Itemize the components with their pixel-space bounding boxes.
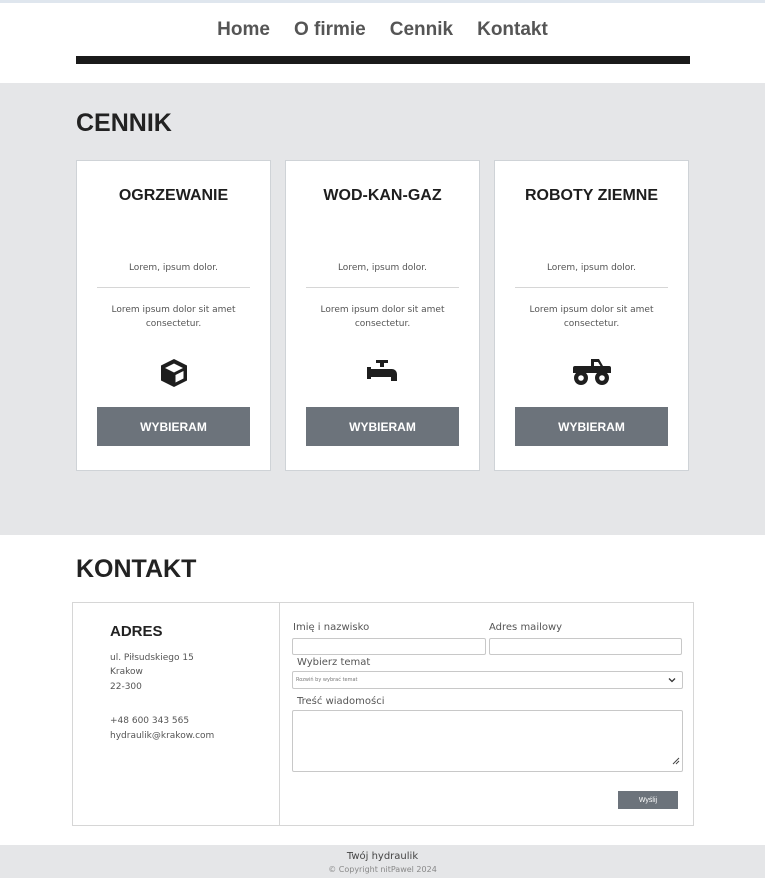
pricing-card-ogrzewanie: OGRZEWANIE Lorem, ipsum dolor. Lorem ips…: [76, 160, 271, 471]
nav-links: Home O firmie Cennik Kontakt: [0, 19, 765, 41]
contact-section: KONTAKT ADRES ul. Piłsudskiego 15 Krakow…: [0, 535, 765, 845]
card-subtitle: Lorem, ipsum dolor.: [128, 263, 219, 273]
card-title: WOD-KAN-GAZ: [323, 187, 442, 204]
address-email: hydraulik@krakow.com: [110, 731, 215, 741]
chevron-down-icon: [668, 675, 676, 691]
card-divider: [306, 287, 459, 288]
footer-brand: Twój hydraulik: [346, 851, 419, 862]
email-input[interactable]: [489, 638, 682, 655]
address-phone: +48 600 343 565: [110, 716, 190, 726]
nav-link-kontakt[interactable]: Kontakt: [465, 19, 560, 41]
card-divider: [97, 287, 250, 288]
top-navigation: Home O firmie Cennik Kontakt: [0, 3, 765, 83]
cube-icon: [77, 357, 270, 387]
card-title: ROBOTY ZIEMNE: [524, 187, 659, 204]
wybieram-button[interactable]: WYBIERAM: [97, 407, 250, 446]
address-street: ul. Piłsudskiego 15: [110, 653, 194, 663]
topic-select-value: Rozwiń by wybrać temat: [296, 677, 358, 683]
address-city: Krakow: [110, 667, 143, 677]
card-subtitle: Lorem, ipsum dolor.: [546, 263, 637, 273]
card-description: Lorem ipsum dolor sit amet consectetur.: [111, 305, 236, 329]
contact-box: ADRES ul. Piłsudskiego 15 Krakow 22-300 …: [72, 602, 694, 826]
nav-link-cennik[interactable]: Cennik: [378, 19, 465, 41]
send-button[interactable]: Wyślij: [618, 791, 678, 809]
topic-select[interactable]: Rozwiń by wybrać temat: [292, 671, 683, 689]
pricing-card-roboty-ziemne: ROBOTY ZIEMNE Lorem, ipsum dolor. Lorem …: [494, 160, 689, 471]
topic-label: Wybierz temat: [297, 657, 371, 668]
truck-monster-icon: [495, 357, 688, 387]
contact-title: KONTAKT: [76, 555, 197, 583]
address-title: ADRES: [110, 623, 163, 640]
nav-link-o-firmie[interactable]: O firmie: [282, 19, 378, 41]
pricing-card-wod-kan-gaz: WOD-KAN-GAZ Lorem, ipsum dolor. Lorem ip…: [285, 160, 480, 471]
card-divider: [515, 287, 668, 288]
resize-handle-icon[interactable]: [672, 750, 680, 769]
name-input[interactable]: [292, 638, 486, 655]
email-label: Adres mailowy: [489, 622, 563, 633]
name-label: Imię i nazwisko: [293, 622, 370, 633]
footer: Twój hydraulik © Copyright nitPawel 2024: [0, 845, 765, 878]
card-description: Lorem ipsum dolor sit amet consectetur.: [529, 305, 654, 329]
faucet-icon: [286, 357, 479, 387]
card-title: OGRZEWANIE: [118, 187, 229, 204]
card-description: Lorem ipsum dolor sit amet consectetur.: [320, 305, 445, 329]
message-label: Treść wiadomości: [297, 696, 385, 707]
address-postal: 22-300: [110, 682, 142, 692]
wybieram-button[interactable]: WYBIERAM: [515, 407, 668, 446]
nav-link-home[interactable]: Home: [205, 19, 282, 41]
card-subtitle: Lorem, ipsum dolor.: [337, 263, 428, 273]
message-textarea[interactable]: [292, 710, 683, 772]
wybieram-button[interactable]: WYBIERAM: [306, 407, 459, 446]
footer-copyright: © Copyright nitPawel 2024: [328, 865, 437, 874]
pricing-title: CENNIK: [76, 109, 172, 137]
address-panel: ADRES ul. Piłsudskiego 15 Krakow 22-300 …: [73, 603, 280, 825]
pricing-section: CENNIK OGRZEWANIE Lorem, ipsum dolor. Lo…: [0, 83, 765, 535]
nav-underline-bar: [76, 56, 690, 64]
